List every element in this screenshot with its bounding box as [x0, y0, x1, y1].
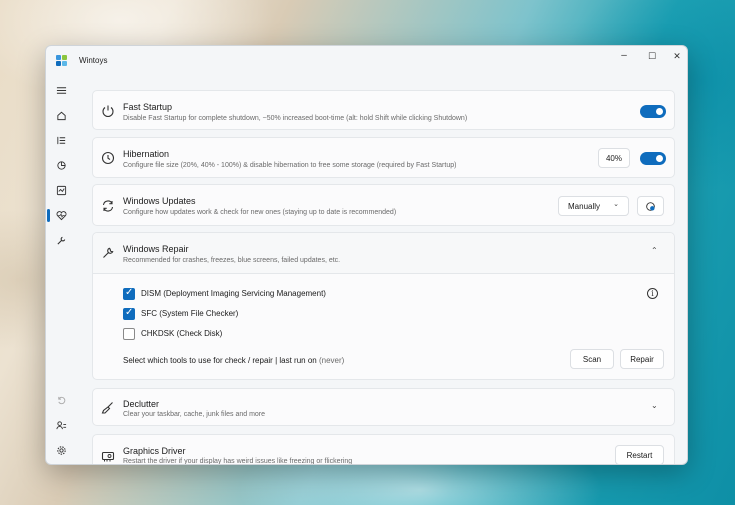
card-title: Windows Repair: [123, 244, 189, 254]
apps-icon[interactable]: [51, 155, 71, 175]
update-mode-dropdown[interactable]: Manually ⌄: [558, 196, 629, 216]
chkdsk-label: CHKDSK (Check Disk): [141, 329, 223, 338]
close-button[interactable]: ✕: [667, 49, 687, 63]
dropdown-value: Manually: [568, 201, 601, 211]
fast-startup-card: Fast Startup Disable Fast Startup for co…: [92, 90, 675, 130]
minimize-button[interactable]: –: [614, 49, 634, 63]
wrench-icon[interactable]: [51, 230, 71, 250]
broom-icon: [101, 401, 115, 415]
wrench-icon: [101, 246, 115, 260]
check-updates-button[interactable]: [637, 196, 664, 216]
windows-repair-card: Windows Repair Recommended for crashes, …: [92, 232, 675, 380]
last-run-value: (never): [318, 356, 345, 365]
restart-button[interactable]: Restart: [615, 445, 664, 464]
hibernation-toggle[interactable]: [640, 152, 666, 165]
sfc-checkbox[interactable]: [123, 307, 135, 320]
selection-indicator: [47, 209, 50, 222]
maximize-button[interactable]: ☐: [642, 49, 662, 63]
declutter-card: Declutter Clear your taskbar, cache, jun…: [92, 388, 675, 426]
card-title: Declutter: [123, 399, 160, 409]
fast-startup-toggle[interactable]: [640, 105, 666, 118]
dism-label: DISM (Deployment Imaging Servicing Manag…: [141, 289, 326, 298]
list-icon[interactable]: [51, 130, 71, 150]
account-icon[interactable]: [51, 415, 71, 435]
windows-updates-card: Windows Updates Configure how updates wo…: [92, 184, 675, 226]
title-bar: Wintoys – ☐ ✕: [46, 46, 687, 76]
menu-icon[interactable]: [51, 80, 71, 100]
health-icon[interactable]: [51, 205, 71, 225]
undo-icon[interactable]: [51, 390, 71, 410]
status-prefix: Select which tools to use for check / re…: [123, 356, 319, 365]
card-subtitle: Configure file size (20%, 40% - 100%) & …: [123, 162, 457, 169]
chevron-up-icon[interactable]: ⌃: [651, 246, 658, 255]
card-subtitle: Restart the driver if your display has w…: [123, 458, 353, 465]
scan-button[interactable]: Scan: [570, 349, 614, 369]
card-title: Fast Startup: [123, 102, 173, 112]
home-icon[interactable]: [51, 105, 71, 125]
window-title: Wintoys: [79, 56, 108, 65]
wintoys-logo-icon: [56, 55, 68, 67]
repair-header[interactable]: Windows Repair Recommended for crashes, …: [93, 233, 674, 274]
power-icon: [101, 104, 115, 118]
repair-status-text: Select which tools to use for check / re…: [123, 356, 344, 365]
dism-checkbox[interactable]: [123, 287, 135, 300]
card-subtitle: Recommended for crashes, freezes, blue s…: [123, 257, 341, 264]
sfc-label: SFC (System File Checker): [141, 309, 239, 318]
sidebar: [46, 76, 76, 464]
repair-button[interactable]: Repair: [620, 349, 664, 369]
chevron-down-icon[interactable]: ⌄: [651, 401, 658, 410]
card-subtitle: Disable Fast Startup for complete shutdo…: [123, 115, 468, 122]
clock-icon: [101, 151, 115, 165]
sync-icon: [101, 199, 115, 213]
graphics-driver-card: Graphics Driver Restart the driver if yo…: [92, 434, 675, 465]
card-title: Graphics Driver: [123, 446, 186, 456]
performance-icon[interactable]: [51, 180, 71, 200]
gpu-icon: [101, 449, 115, 463]
info-icon[interactable]: i: [647, 288, 658, 299]
chevron-down-icon: ⌄: [613, 201, 619, 208]
card-subtitle: Configure how updates work & check for n…: [123, 209, 397, 216]
chkdsk-checkbox[interactable]: [123, 328, 135, 340]
check-updates-icon: [646, 201, 655, 211]
card-title: Hibernation: [123, 149, 170, 159]
hibernation-size-input[interactable]: 40%: [598, 148, 630, 168]
card-subtitle: Clear your taskbar, cache, junk files an…: [123, 411, 266, 418]
card-title: Windows Updates: [123, 196, 196, 206]
settings-icon[interactable]: [51, 440, 71, 460]
app-window: Wintoys – ☐ ✕ Fast Startup Disable Fast …: [45, 45, 688, 465]
hibernation-card: Hibernation Configure file size (20%, 40…: [92, 137, 675, 178]
